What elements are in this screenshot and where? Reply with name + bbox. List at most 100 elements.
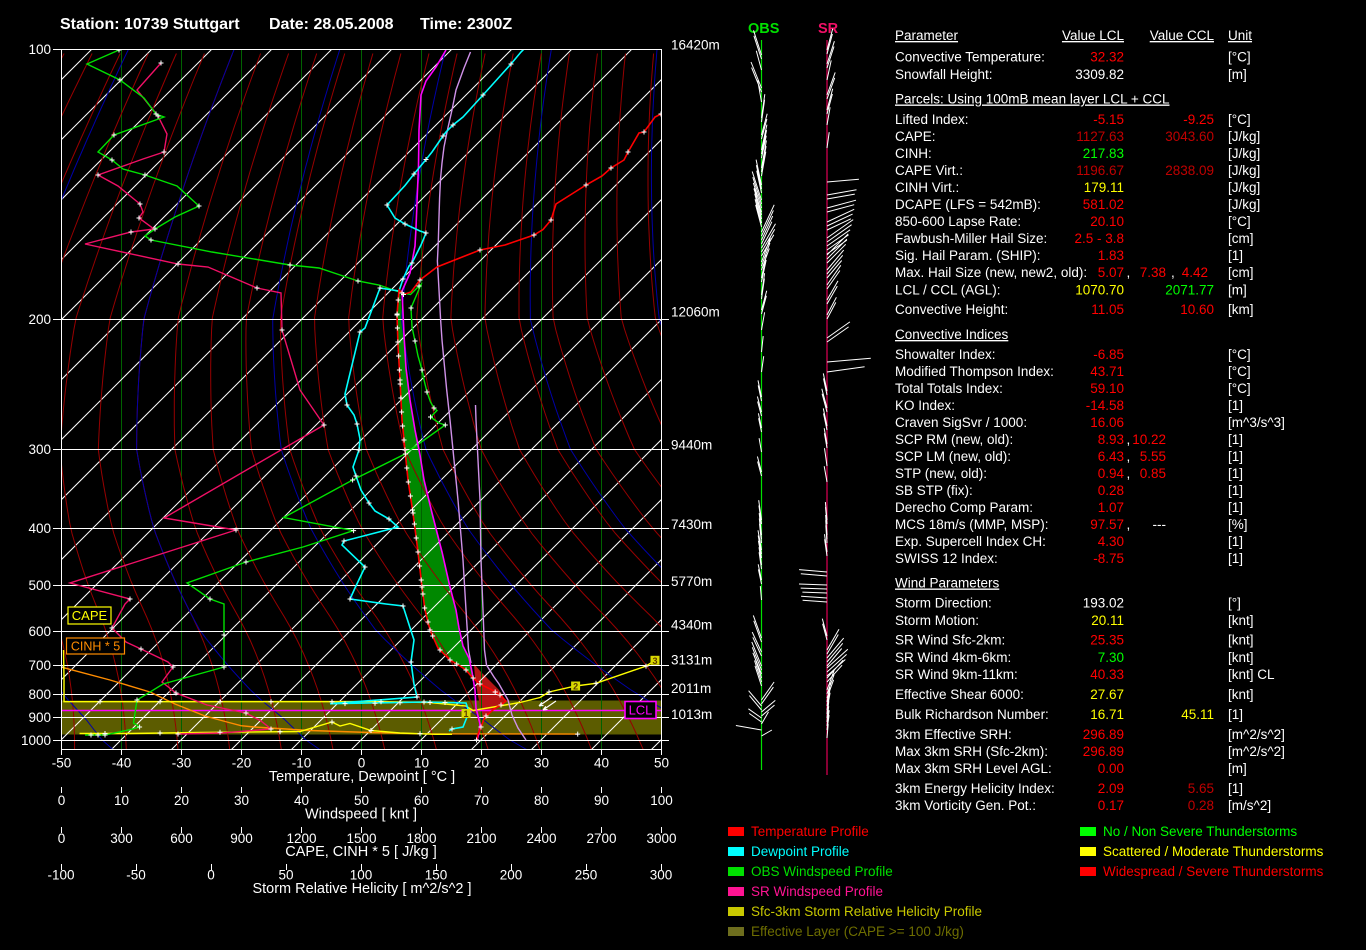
- svg-text:90: 90: [594, 793, 609, 808]
- svg-text:100: 100: [650, 793, 673, 808]
- svg-text:-9.25: -9.25: [1183, 112, 1214, 127]
- svg-text:Wind Parameters: Wind Parameters: [895, 576, 1000, 591]
- svg-text:6.43: 6.43: [1098, 449, 1124, 464]
- svg-text:0.00: 0.00: [1098, 761, 1124, 776]
- svg-text:200: 200: [28, 312, 51, 327]
- svg-text:Max. Hail Size (new, new2, old: Max. Hail Size (new, new2, old):: [895, 265, 1087, 280]
- svg-text:[°C]: [°C]: [1228, 381, 1251, 396]
- svg-text:-6.85: -6.85: [1093, 347, 1124, 362]
- svg-text:10.60: 10.60: [1180, 302, 1214, 317]
- svg-text:4.30: 4.30: [1098, 534, 1124, 549]
- svg-text:27.67: 27.67: [1090, 687, 1124, 702]
- svg-text:2: 2: [573, 682, 578, 692]
- svg-text:250: 250: [575, 868, 598, 883]
- svg-text:-14.58: -14.58: [1086, 398, 1124, 413]
- svg-text:1: 1: [463, 709, 468, 719]
- svg-text:Effective Layer (CAPE >= 100 J: Effective Layer (CAPE >= 100 J/kg): [751, 924, 964, 939]
- svg-text:[1]: [1]: [1228, 534, 1243, 549]
- svg-text:[1]: [1]: [1228, 432, 1243, 447]
- svg-text:296.89: 296.89: [1083, 727, 1124, 742]
- svg-text:217.83: 217.83: [1083, 146, 1124, 161]
- svg-text:1013m: 1013m: [671, 707, 712, 722]
- svg-text:[°C]: [°C]: [1228, 112, 1251, 127]
- svg-text:[cm]: [cm]: [1228, 265, 1254, 280]
- svg-text:3131m: 3131m: [671, 653, 712, 668]
- svg-text:SWISS 12 Index:: SWISS 12 Index:: [895, 551, 998, 566]
- svg-text:CAPE, CINH * 5 [ J/kg ]: CAPE, CINH * 5 [ J/kg ]: [285, 844, 437, 860]
- svg-text:[J/kg]: [J/kg]: [1228, 180, 1260, 195]
- svg-text:8.93: 8.93: [1098, 432, 1124, 447]
- svg-text:5.65: 5.65: [1188, 781, 1214, 796]
- svg-text:Storm Direction:: Storm Direction:: [895, 596, 992, 611]
- svg-text:4.42: 4.42: [1182, 265, 1208, 280]
- svg-text:[°C]: [°C]: [1228, 347, 1251, 362]
- svg-text:5.55: 5.55: [1140, 449, 1166, 464]
- svg-text:1127.63: 1127.63: [1076, 129, 1124, 144]
- svg-text:-5.15: -5.15: [1093, 112, 1124, 127]
- svg-text:3000: 3000: [646, 831, 676, 846]
- svg-text:10: 10: [114, 793, 129, 808]
- svg-text:2838.09: 2838.09: [1165, 163, 1214, 178]
- svg-text:SR Windspeed Profile: SR Windspeed Profile: [751, 884, 883, 899]
- svg-text:0.28: 0.28: [1098, 483, 1124, 498]
- svg-text:[%]: [%]: [1228, 517, 1248, 532]
- svg-text:,: ,: [1127, 432, 1131, 447]
- svg-text:3km Vorticity Gen. Pot.:: 3km Vorticity Gen. Pot.:: [895, 798, 1036, 813]
- svg-text:-8.75: -8.75: [1093, 551, 1124, 566]
- svg-text:500: 500: [28, 578, 51, 593]
- svg-text:12060m: 12060m: [671, 305, 720, 320]
- svg-text:5.07: 5.07: [1098, 265, 1124, 280]
- svg-text:0: 0: [58, 793, 66, 808]
- svg-text:Max 3km SRH (Sfc-2km):: Max 3km SRH (Sfc-2km):: [895, 744, 1048, 759]
- svg-text:[°C]: [°C]: [1228, 214, 1251, 229]
- svg-text:[1]: [1]: [1228, 466, 1243, 481]
- svg-text:---: ---: [1153, 517, 1167, 532]
- svg-text:0: 0: [207, 868, 215, 883]
- svg-text:-50: -50: [52, 756, 72, 771]
- svg-text:Storm Relative Helicity [ m^2: Storm Relative Helicity [ m^2/s^2 ]: [252, 881, 471, 897]
- svg-text:CINH * 5: CINH * 5: [71, 640, 120, 654]
- svg-text:Scattered / Moderate Thunderst: Scattered / Moderate Thunderstorms: [1103, 844, 1324, 859]
- svg-text:[°C]: [°C]: [1228, 50, 1251, 65]
- svg-text:Widespread / Severe Thundersto: Widespread / Severe Thunderstorms: [1103, 864, 1324, 879]
- svg-text:7.38: 7.38: [1140, 265, 1166, 280]
- svg-text:20.10: 20.10: [1090, 214, 1124, 229]
- svg-text:OBS Windspeed Profile: OBS Windspeed Profile: [751, 864, 893, 879]
- svg-text:9440m: 9440m: [671, 438, 712, 453]
- svg-text:Parameter: Parameter: [895, 28, 959, 43]
- svg-text:[J/kg]: [J/kg]: [1228, 146, 1260, 161]
- svg-text:No / Non Severe Thunderstorms: No / Non Severe Thunderstorms: [1103, 824, 1297, 839]
- svg-text:Convective Temperature:: Convective Temperature:: [895, 50, 1045, 65]
- svg-text:2700: 2700: [586, 831, 616, 846]
- svg-text:3309.82: 3309.82: [1075, 67, 1124, 82]
- svg-text:16.06: 16.06: [1090, 415, 1124, 430]
- svg-text:30: 30: [534, 756, 549, 771]
- svg-text:Temperature Profile: Temperature Profile: [751, 824, 869, 839]
- svg-text:-50: -50: [126, 868, 146, 883]
- svg-text:Station: 10739 Stuttgart: Station: 10739 Stuttgart: [60, 16, 240, 33]
- svg-text:-20: -20: [232, 756, 252, 771]
- svg-text:CINH Virt.:: CINH Virt.:: [895, 180, 959, 195]
- svg-text:70: 70: [474, 793, 489, 808]
- svg-text:2400: 2400: [526, 831, 556, 846]
- svg-text:,: ,: [1127, 449, 1131, 464]
- svg-text:1.07: 1.07: [1098, 500, 1124, 515]
- svg-text:3: 3: [652, 656, 657, 666]
- svg-text:7430m: 7430m: [671, 517, 712, 532]
- svg-text:2071.77: 2071.77: [1165, 283, 1214, 298]
- svg-text:2.09: 2.09: [1098, 781, 1124, 796]
- svg-text:SR: SR: [818, 21, 839, 37]
- svg-text:0.94: 0.94: [1098, 466, 1125, 481]
- svg-text:50: 50: [654, 756, 669, 771]
- svg-text:SB STP (fix):: SB STP (fix):: [895, 483, 973, 498]
- svg-text:Convective Indices: Convective Indices: [895, 327, 1009, 342]
- svg-text:SCP LM (new, old):: SCP LM (new, old):: [895, 449, 1011, 464]
- svg-text:Craven SigSvr / 1000:: Craven SigSvr / 1000:: [895, 415, 1027, 430]
- svg-text:[1]: [1]: [1228, 449, 1243, 464]
- svg-text:[m]: [m]: [1228, 67, 1247, 82]
- svg-text:Date: 28.05.2008: Date: 28.05.2008: [269, 16, 394, 33]
- svg-text:2011m: 2011m: [671, 681, 711, 696]
- svg-text:800: 800: [28, 687, 51, 702]
- svg-text:Dewpoint Profile: Dewpoint Profile: [751, 844, 849, 859]
- svg-text:Lifted Index:: Lifted Index:: [895, 112, 969, 127]
